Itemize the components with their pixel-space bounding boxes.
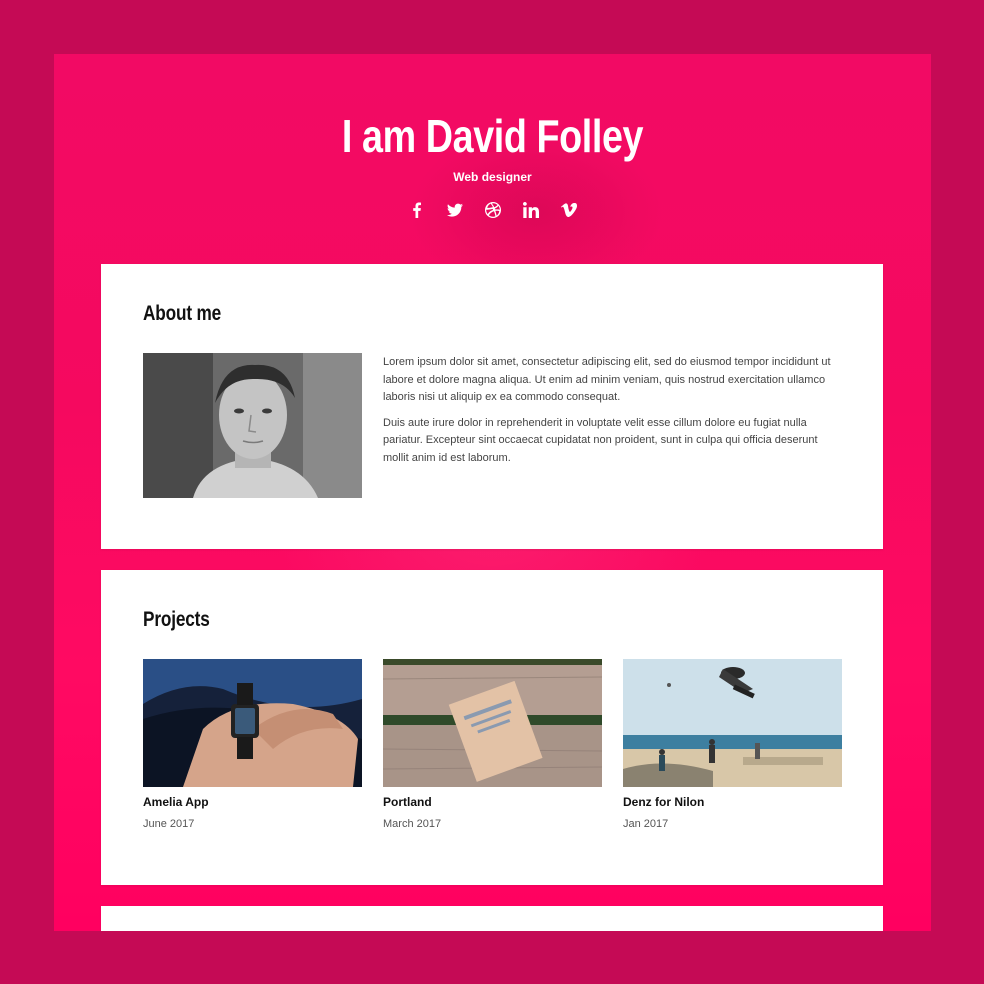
- project-item[interactable]: Denz for Nilon Jan 2017: [623, 659, 842, 830]
- project-name[interactable]: Amelia App: [143, 795, 362, 809]
- social-links: [54, 200, 931, 220]
- project-date: June 2017: [143, 818, 195, 830]
- about-heading: About me: [143, 302, 222, 325]
- project-date: Jan 2017: [623, 818, 669, 830]
- about-text: Lorem ipsum dolor sit amet, consectetur …: [383, 354, 843, 475]
- facebook-icon[interactable]: [407, 200, 427, 220]
- profile-photo: [143, 353, 362, 498]
- project-item[interactable]: Amelia App June 2017: [143, 659, 362, 830]
- linkedin-icon[interactable]: [521, 200, 541, 220]
- projects-card: Projects Amelia App June 2017 Portland M…: [101, 570, 883, 885]
- page-title: I am David Folley: [341, 110, 644, 162]
- project-date: March 2017: [383, 818, 442, 830]
- next-section-card: [101, 906, 883, 931]
- hero-header: I am David Folley Web designer: [54, 54, 931, 264]
- project-image-watch[interactable]: [143, 659, 362, 787]
- project-image-skater[interactable]: [623, 659, 842, 787]
- dribbble-icon[interactable]: [483, 200, 503, 220]
- project-item[interactable]: Portland March 2017: [383, 659, 602, 830]
- project-name[interactable]: Portland: [383, 795, 602, 809]
- twitter-icon[interactable]: [445, 200, 465, 220]
- project-image-notebook[interactable]: [383, 659, 602, 787]
- page-subtitle: Web designer: [453, 170, 532, 184]
- vimeo-icon[interactable]: [559, 200, 579, 220]
- projects-heading: Projects: [143, 608, 210, 631]
- about-paragraph-2: Duis aute irure dolor in reprehenderit i…: [383, 416, 818, 464]
- page-frame: I am David Folley Web designer About me: [54, 54, 931, 931]
- project-name[interactable]: Denz for Nilon: [623, 795, 842, 809]
- about-card: About me Lorem ipsum dolor sit amet, con…: [101, 264, 883, 549]
- about-paragraph-1: Lorem ipsum dolor sit amet, consectetur …: [383, 356, 831, 403]
